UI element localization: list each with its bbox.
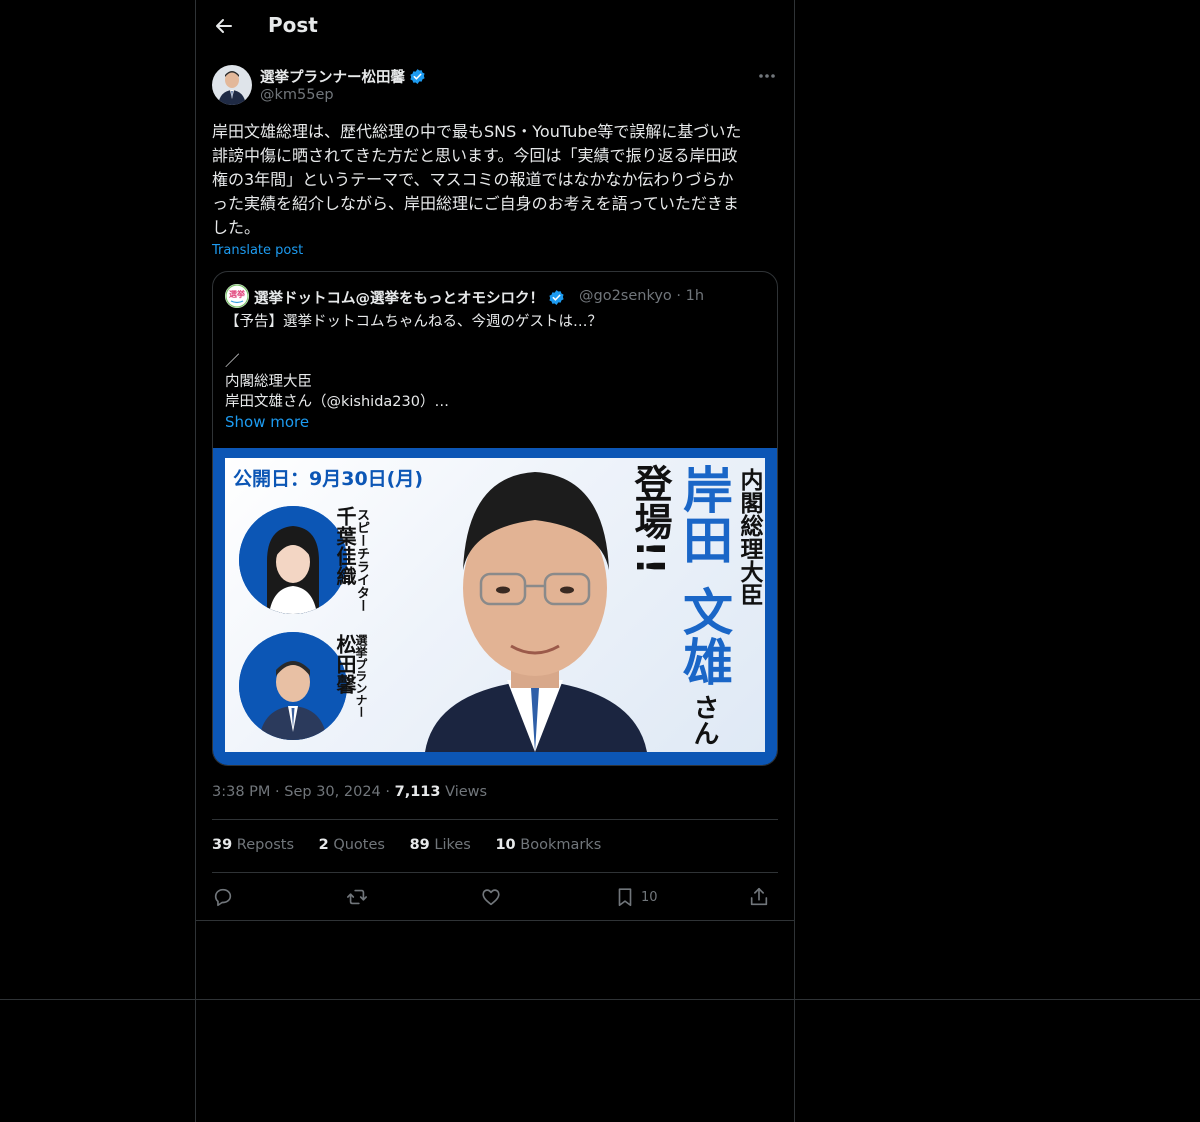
right-column-border — [794, 0, 795, 1122]
post-text: 岸田文雄総理は、歴代総理の中で最もSNS・YouTube等で誤解に基づいた 誹謗… — [212, 122, 742, 237]
author-handle[interactable]: @km55ep — [260, 87, 334, 103]
bookmark-icon — [618, 888, 632, 907]
arrow-left-icon — [216, 19, 232, 33]
quoted-author-name-text: 選挙ドットコム@選挙をもっとオモシロク！ — [254, 291, 544, 307]
share-icon — [750, 887, 768, 906]
views-label: Views — [445, 784, 488, 800]
quoted-post-text: 【予告】選挙ドットコムちゃんねる、今週のゲストは…？ ／ 内閣総理大臣 岸田文雄… — [225, 314, 602, 410]
quoted-post[interactable]: 選挙 選挙ドットコム@選挙をもっとオモシロク！ @go2senkyo · 1h … — [212, 271, 778, 766]
quoted-post-image[interactable]: 公開日：9月30日(月) スピーチライター 千葉佳織 選挙プランナー 松田馨 登… — [213, 448, 777, 765]
verified-badge-icon — [409, 68, 426, 89]
guest-photo-chiba — [239, 506, 347, 614]
reposts-stat[interactable]: 39 Reposts — [212, 837, 294, 853]
page-title: Post — [268, 13, 318, 37]
quotes-stat[interactable]: 2 Quotes — [319, 837, 385, 853]
bookmark-count: 10 — [641, 890, 658, 905]
reposts-label: Reposts — [236, 837, 295, 853]
meta-separator: · — [275, 784, 285, 800]
bookmark-button[interactable]: 10 — [614, 886, 664, 910]
divider — [212, 872, 778, 873]
reposts-count: 39 — [212, 837, 233, 853]
post-bottom-divider — [196, 920, 794, 921]
quoted-avatar-text: 選挙 — [229, 289, 245, 299]
post-author: 選挙プランナー松田馨 @km55ep — [212, 65, 778, 109]
guest-photo-matsuda — [239, 632, 347, 740]
bookmarks-count: 10 — [495, 837, 516, 853]
quoted-author-avatar: 選挙 — [225, 284, 249, 308]
author-avatar[interactable] — [212, 65, 252, 105]
guest1-name: 千葉佳織 — [333, 506, 357, 586]
main-column: Post 選挙プランナー松田馨 @km55ep 岸田文雄総理は、歴代総理の中で最… — [196, 0, 794, 1122]
repost-icon — [347, 889, 367, 905]
author-name[interactable]: 選挙プランナー松田馨 — [260, 66, 426, 89]
banner-main-title: 内閣総理大臣 — [736, 468, 762, 606]
translate-post-link[interactable]: Translate post — [212, 243, 303, 258]
quotes-count: 2 — [318, 837, 329, 853]
views-count: 7,113 — [394, 784, 441, 800]
meta-separator: · — [385, 784, 395, 800]
kishida-photo — [415, 458, 655, 752]
reply-button[interactable] — [212, 886, 234, 910]
post-actions: 10 — [212, 882, 778, 914]
banner-main-suffix: さん — [689, 694, 719, 746]
banner-main-name2: 文雄 — [675, 586, 733, 686]
page-header: Post — [196, 0, 794, 53]
likes-label: Likes — [434, 837, 471, 853]
heart-icon — [482, 889, 500, 906]
quotes-label: Quotes — [333, 837, 385, 853]
share-button[interactable] — [748, 886, 770, 910]
back-button[interactable] — [210, 12, 238, 40]
more-options-button[interactable] — [756, 65, 778, 87]
quoted-author-handle-time: @go2senkyo · 1h — [579, 288, 705, 304]
guest2-name: 松田馨 — [333, 634, 357, 694]
bookmarks-label: Bookmarks — [520, 837, 602, 853]
likes-stat[interactable]: 89 Likes — [410, 837, 471, 853]
repost-button[interactable] — [346, 886, 368, 910]
bookmarks-stat[interactable]: 10 Bookmarks — [495, 837, 601, 853]
post-time[interactable]: 3:38 PM — [212, 784, 270, 800]
verified-badge-icon — [548, 289, 565, 310]
reply-icon — [214, 888, 232, 907]
show-more-link[interactable]: Show more — [225, 413, 309, 431]
post-date[interactable]: Sep 30, 2024 — [284, 784, 381, 800]
more-horizontal-icon — [759, 74, 775, 78]
banner-main-name1: 岸田 — [675, 464, 733, 564]
quoted-author-name: 選挙ドットコム@選挙をもっとオモシロク！ — [254, 287, 565, 310]
banner-inner: 公開日：9月30日(月) スピーチライター 千葉佳織 選挙プランナー 松田馨 登… — [225, 458, 765, 752]
divider — [212, 819, 778, 820]
likes-count: 89 — [409, 837, 430, 853]
banner-appear-text: 登場!! — [628, 464, 672, 575]
banner-release-date: 公開日：9月30日(月) — [233, 468, 424, 490]
like-button[interactable] — [480, 886, 502, 910]
author-name-text: 選挙プランナー松田馨 — [260, 70, 405, 86]
post-meta: 3:38 PM · Sep 30, 2024 · 7,113 Views — [212, 784, 487, 800]
post-stats: 39 Reposts 2 Quotes 89 Likes 10 Bookmark… — [212, 837, 621, 853]
